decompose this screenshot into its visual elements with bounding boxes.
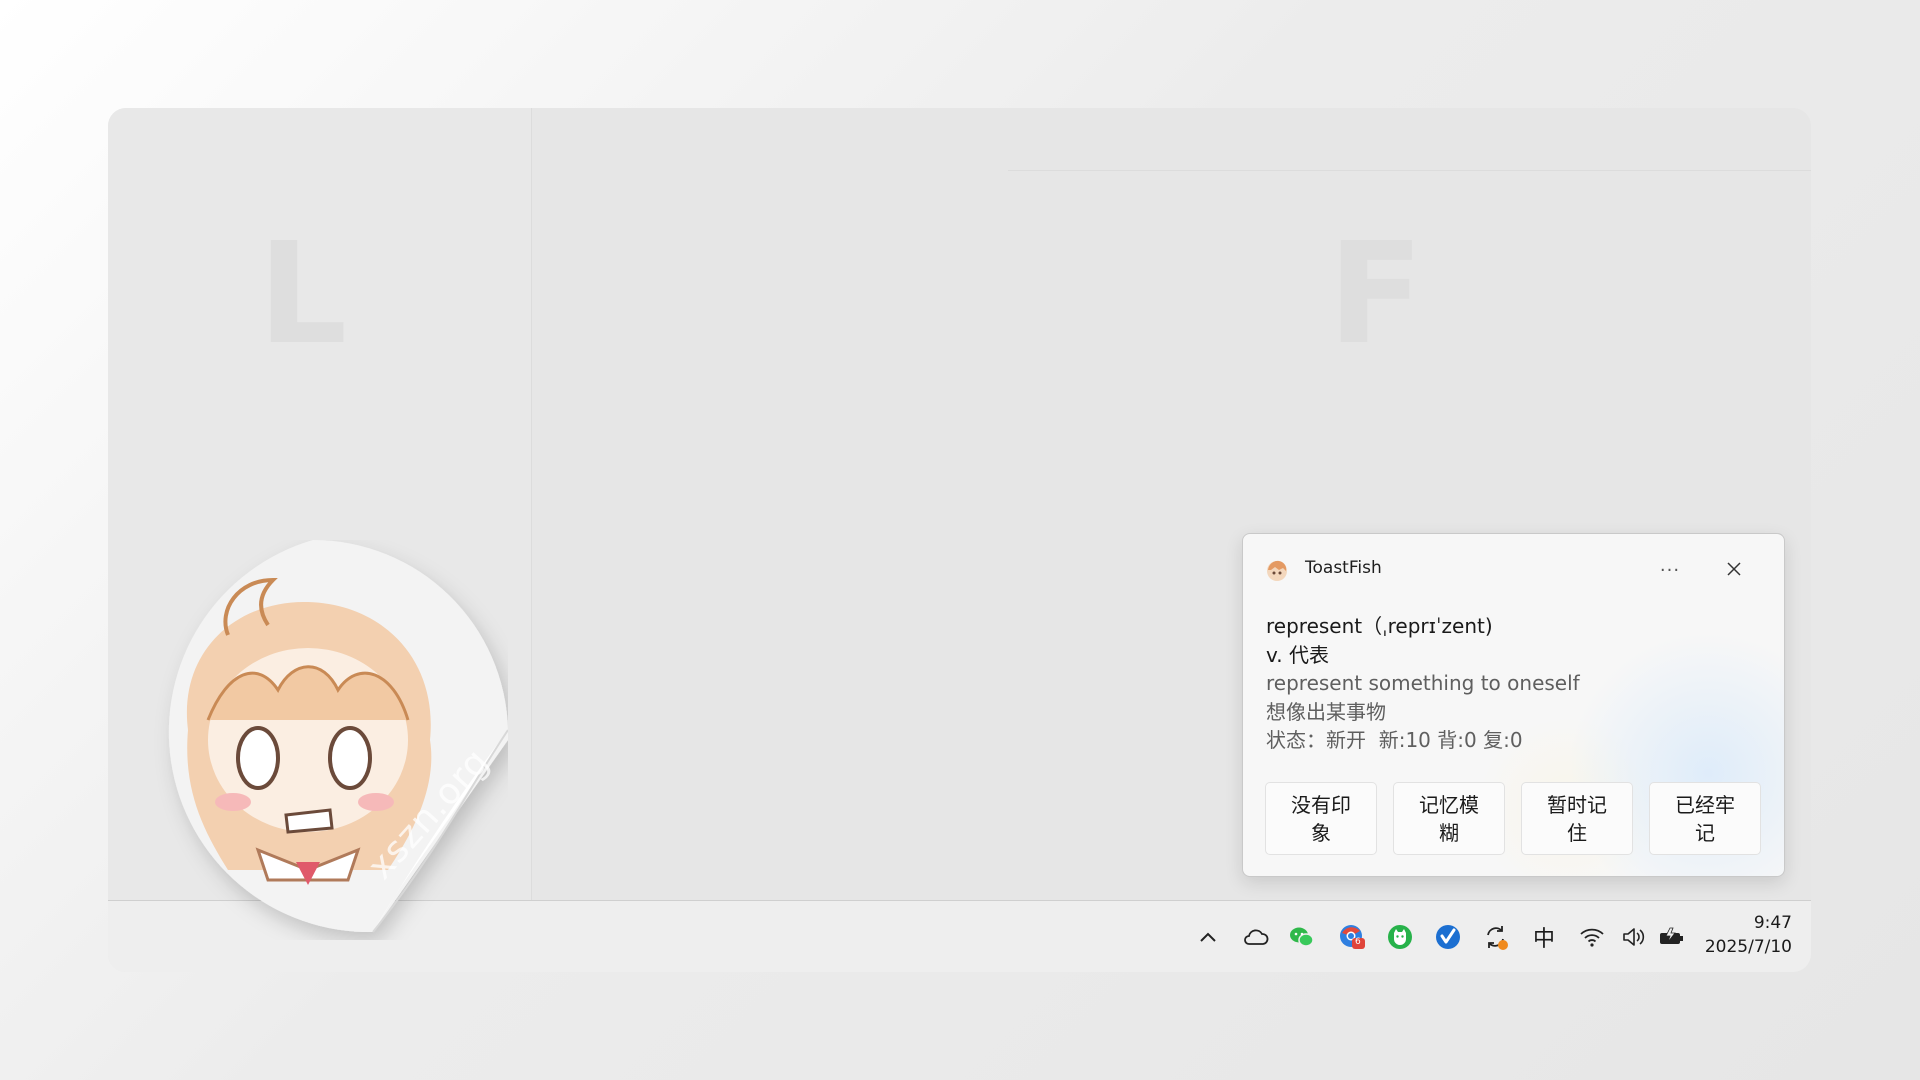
- blue-check-app-icon[interactable]: [1434, 923, 1462, 951]
- ime-label: 中: [1532, 927, 1555, 952]
- clock-time: 9:47: [1753, 913, 1792, 933]
- temporarily-remembered-button[interactable]: 暂时记住: [1521, 782, 1633, 855]
- toast-actions: 没有印象 记忆模糊 暂时记住 已经牢记: [1265, 782, 1763, 855]
- faint-letter-l: L: [258, 213, 348, 376]
- faint-letter-f: F: [1328, 213, 1424, 376]
- anime-sticker-image: [108, 540, 509, 940]
- word-meaning: v. 代表: [1266, 642, 1329, 667]
- more-options-button[interactable]: ···: [1652, 556, 1688, 584]
- wechat-icon[interactable]: [1288, 923, 1316, 951]
- toast-notification[interactable]: ToastFish ··· represent（ˌreprɪˈzent) v. …: [1242, 533, 1785, 877]
- chevron-up-icon[interactable]: [1194, 923, 1222, 951]
- toast-header: ToastFish ···: [1265, 554, 1768, 586]
- sync-icon[interactable]: [1482, 923, 1510, 951]
- example-english: represent something to oneself: [1266, 671, 1580, 695]
- wifi-icon[interactable]: [1578, 923, 1606, 951]
- browser-badge-icon[interactable]: 6: [1338, 923, 1366, 951]
- firmly-remembered-button[interactable]: 已经牢记: [1649, 782, 1761, 855]
- example-chinese: 想像出某事物: [1266, 699, 1386, 724]
- toastfish-app-icon: [1265, 558, 1289, 582]
- close-icon: [1727, 561, 1741, 580]
- toast-body: represent（ˌreprɪˈzent) v. 代表 represent s…: [1266, 612, 1764, 755]
- close-button[interactable]: [1716, 556, 1752, 584]
- green-app-icon[interactable]: [1386, 923, 1414, 951]
- onedrive-cloud-icon[interactable]: [1242, 923, 1270, 951]
- taskbar-clock[interactable]: 9:47 2025/7/10: [1682, 911, 1792, 959]
- word-phonetic: represent（ˌreprɪˈzent): [1266, 614, 1493, 638]
- ime-icon[interactable]: 中: [1530, 923, 1558, 952]
- memory-fuzzy-button[interactable]: 记忆模糊: [1393, 782, 1505, 855]
- toast-app-name: ToastFish: [1305, 558, 1382, 578]
- volume-icon[interactable]: [1620, 923, 1648, 951]
- desktop-divider: [1008, 170, 1811, 171]
- clock-date: 2025/7/10: [1704, 937, 1792, 957]
- study-status: 状态：新开 新:10 背:0 复:0: [1266, 728, 1523, 752]
- notification-badge: 6: [1355, 937, 1361, 947]
- no-impression-button[interactable]: 没有印象: [1265, 782, 1377, 855]
